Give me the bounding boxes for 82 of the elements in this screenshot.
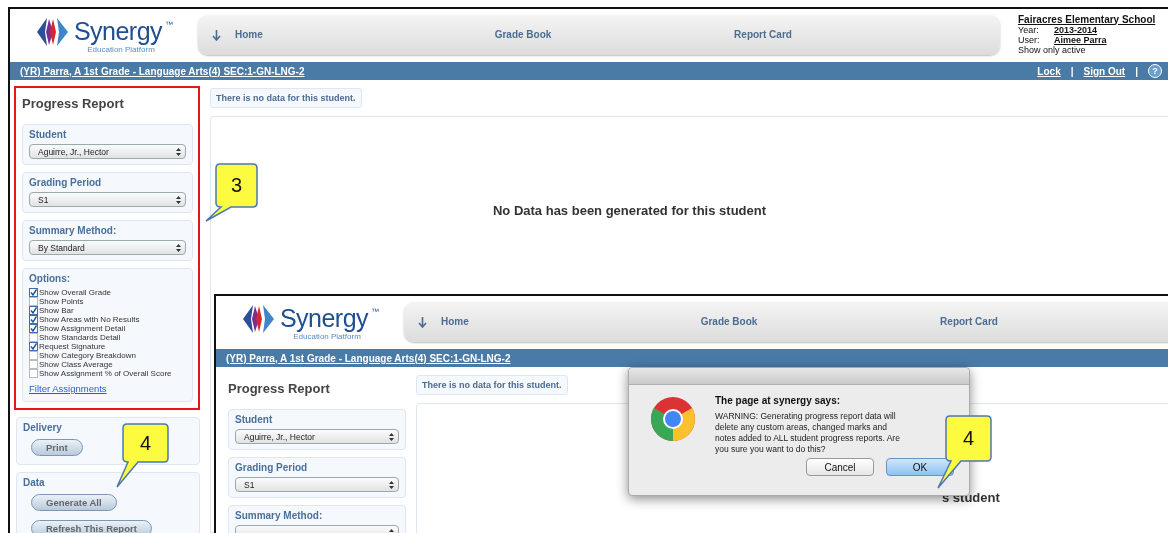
dropdown[interactable]: S1: [29, 192, 186, 207]
trademark-sign: ™: [371, 306, 380, 316]
updown-arrow-icon: [176, 195, 181, 204]
user-link[interactable]: Aimee Parra: [1054, 34, 1107, 45]
page-title: Progress Report: [228, 381, 331, 396]
field-label: Summary Method:: [29, 225, 118, 236]
nav-link[interactable]: Home: [418, 315, 469, 328]
field-label: Student: [29, 129, 68, 140]
filter-link[interactable]: Filter Assignments: [29, 383, 107, 394]
field-label: Options:: [29, 273, 72, 284]
dropdown[interactable]: S1: [235, 477, 399, 492]
option-label: Show Category Breakdown: [39, 351, 136, 360]
separator: |: [1135, 65, 1138, 77]
section-title-link[interactable]: (YR) Parra, A 1st Grade - Language Arts(4) SEC:1-GN-LNG-2: [226, 352, 511, 364]
page-title: Progress Report: [22, 96, 125, 111]
dialog-button[interactable]: Cancel: [806, 458, 874, 476]
field-label: Grading Period: [29, 177, 103, 188]
browser-logo-icon: [649, 395, 697, 443]
checkbox[interactable]: [29, 342, 38, 351]
dialog-button[interactable]: OK: [886, 458, 954, 476]
notice-text: There is no data for this student.: [416, 375, 568, 395]
bar-link[interactable]: Sign Out: [1083, 65, 1126, 77]
dialog-title: The page at synergy says:: [715, 395, 842, 406]
field-label: Delivery: [23, 422, 63, 433]
field-label: Student: [235, 414, 274, 425]
down-arrow-icon: [418, 315, 427, 328]
nav-link[interactable]: Grade Book: [700, 316, 758, 327]
checkbox[interactable]: [29, 333, 38, 342]
section-title-link[interactable]: (YR) Parra, A 1st Grade - Language Arts(4) SEC:1-GN-LNG-2: [20, 65, 305, 77]
callout: 3: [205, 163, 259, 223]
down-arrow-icon: [212, 28, 221, 41]
dialog-message: WARNING: Generating progress report data will delete any custom areas, changed marks and notes added to ALL student progress reports. Are you sure you want to do this?: [715, 411, 901, 455]
logo-wordmark: Synergy: [279, 304, 369, 333]
option-label: Request Signature: [39, 342, 106, 351]
action-button[interactable]: Generate All: [31, 494, 117, 511]
notice-text: There is no data for this student.: [210, 88, 362, 108]
nav-link[interactable]: Report Card: [940, 316, 998, 327]
trademark-sign: ™: [165, 19, 174, 29]
logo-wordmark: Synergy: [73, 17, 163, 46]
nav-link[interactable]: Home: [212, 28, 263, 41]
checkbox[interactable]: [29, 324, 38, 333]
option-label: Show Overall Grade: [39, 288, 112, 297]
school-name[interactable]: Fairacres Elementary School: [1018, 14, 1156, 25]
separator: |: [1070, 65, 1074, 77]
field-label: Grading Period: [235, 462, 309, 473]
bar-link[interactable]: Lock: [1037, 65, 1061, 77]
option-label: Show Standards Detail: [39, 333, 121, 342]
nav-link[interactable]: Grade Book: [494, 29, 552, 40]
checkbox[interactable]: [29, 315, 38, 324]
checkbox[interactable]: [29, 297, 38, 306]
field-label: Data: [23, 477, 46, 488]
year-link[interactable]: 2013-2014: [1054, 24, 1098, 35]
checkbox[interactable]: [29, 369, 38, 378]
dropdown[interactable]: Aguirre, Jr., Hector: [29, 144, 186, 159]
checkbox[interactable]: [29, 306, 38, 315]
dropdown[interactable]: By Standard: [29, 240, 186, 255]
option-label: Show Assignment % of Overall Score: [39, 369, 172, 378]
year-label: Year:: [1018, 24, 1040, 35]
checkbox[interactable]: [29, 360, 38, 369]
updown-arrow-icon: [176, 243, 181, 252]
dropdown[interactable]: Aguirre, Jr., Hector: [235, 429, 399, 444]
action-button[interactable]: Print: [31, 439, 83, 456]
nav-link[interactable]: Report Card: [734, 29, 792, 40]
callout: 4: [936, 415, 993, 490]
logo-tagline: Education Platform: [87, 44, 155, 54]
option-label: Show Class Average: [39, 360, 113, 369]
empty-message: No Data has been generated for this student: [492, 203, 766, 218]
updown-arrow-icon: [389, 432, 394, 441]
callout: 4: [115, 423, 170, 489]
field-label: Summary Method:: [235, 510, 324, 521]
updown-arrow-icon: [176, 147, 181, 156]
help-icon[interactable]: ?: [1148, 64, 1162, 78]
option-label: Show Areas with No Results: [39, 315, 140, 324]
updown-arrow-icon: [389, 480, 394, 489]
checkbox[interactable]: [29, 288, 38, 297]
logo-tagline: Education Platform: [293, 331, 361, 341]
checkbox[interactable]: [29, 351, 38, 360]
user-label: User:: [1018, 34, 1041, 45]
option-label: Show Points: [39, 297, 84, 306]
filter-text: Show only active: [1018, 44, 1087, 55]
option-label: Show Assignment Detail: [39, 324, 126, 333]
option-label: Show Bar: [39, 306, 74, 315]
